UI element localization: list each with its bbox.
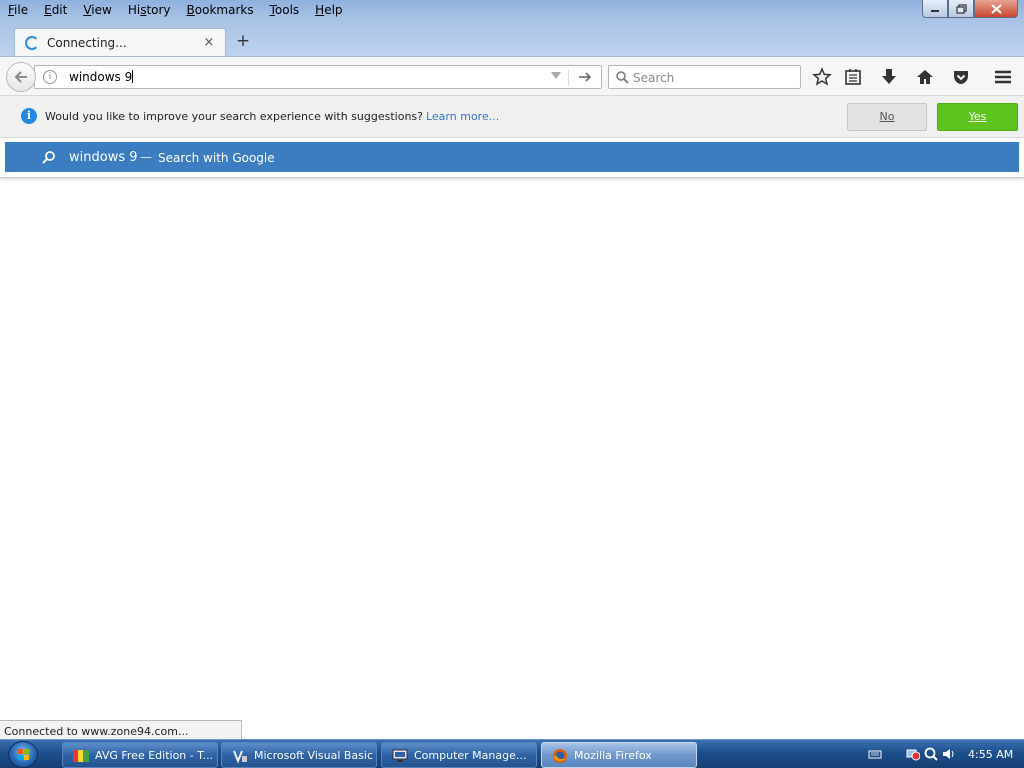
visual-basic-icon [233, 750, 247, 764]
menu-bar: File Edit View History Bookmarks Tools H… [0, 0, 351, 20]
menu-edit[interactable]: Edit [36, 0, 75, 20]
taskbar-firefox[interactable]: Mozilla Firefox [541, 742, 697, 768]
loading-throbber-icon [25, 35, 39, 50]
restore-button[interactable] [948, 0, 974, 18]
start-button[interactable] [8, 741, 38, 768]
suggestion-separator: — [140, 150, 152, 164]
bookmarks-menu-icon[interactable] [843, 67, 863, 87]
windows-logo-icon [18, 749, 29, 760]
new-tab-button[interactable]: + [234, 32, 252, 50]
learn-more-link[interactable]: Learn more... [426, 110, 499, 123]
taskbar-label: Computer Manage... [414, 749, 527, 762]
pocket-icon[interactable] [951, 67, 971, 87]
taskbar-label: Microsoft Visual Basic [254, 749, 374, 762]
taskbar-computer-management[interactable]: Computer Manage... [381, 742, 537, 768]
suggestion-action: Search with Google [158, 151, 275, 165]
go-arrow-icon[interactable] [577, 69, 593, 85]
no-button[interactable]: No [847, 103, 927, 131]
tab-close-icon[interactable]: × [201, 35, 217, 50]
taskbar-label: Mozilla Firefox [574, 749, 652, 762]
minimize-icon [931, 9, 939, 12]
search-icon [42, 151, 55, 164]
security-scan-icon[interactable] [924, 747, 938, 761]
status-panel: Connected to www.zone94.com... [0, 720, 242, 740]
menu-bookmarks[interactable]: Bookmarks [179, 0, 262, 20]
url-divider [568, 69, 569, 86]
site-info-icon[interactable]: i [43, 70, 57, 84]
avg-icon [73, 750, 89, 762]
history-dropdown-icon[interactable] [551, 72, 561, 79]
navigation-toolbar: i windows 9 Search [0, 56, 1024, 96]
volume-icon[interactable] [942, 747, 956, 761]
taskbar-clock[interactable]: 4:55 AM [968, 748, 1013, 761]
close-window-button[interactable] [974, 0, 1018, 18]
yes-button[interactable]: Yes [937, 103, 1018, 131]
taskbar-avg[interactable]: AVG Free Edition - T... [62, 742, 218, 768]
hamburger-menu-icon[interactable] [993, 67, 1013, 87]
windows-taskbar: AVG Free Edition - T... Microsoft Visual… [0, 739, 1024, 768]
menu-help[interactable]: Help [307, 0, 350, 20]
network-icon[interactable] [906, 747, 920, 761]
keyboard-icon[interactable] [868, 747, 882, 761]
back-arrow-icon [14, 71, 27, 83]
search-placeholder: Search [633, 71, 675, 85]
search-field[interactable]: Search [608, 65, 801, 89]
minimize-button[interactable] [922, 0, 948, 18]
taskbar-label: AVG Free Edition - T... [95, 749, 214, 762]
menu-file[interactable]: File [0, 0, 36, 20]
menu-history[interactable]: History [120, 0, 179, 20]
home-icon[interactable] [915, 67, 935, 87]
url-input[interactable]: windows 9 [69, 70, 134, 84]
text-caret [132, 70, 134, 83]
computer-icon [392, 749, 408, 762]
autocomplete-search-suggestion[interactable]: windows 9 — Search with Google [5, 142, 1019, 172]
url-bar[interactable]: i windows 9 [34, 65, 602, 89]
bookmark-star-icon[interactable] [812, 67, 832, 87]
tab-connecting[interactable]: Connecting... × [14, 28, 226, 56]
info-icon: i [21, 108, 37, 124]
suggestion-query: windows 9 [69, 150, 138, 165]
restore-icon [955, 3, 967, 14]
notification-message: Would you like to improve your search ex… [45, 110, 500, 123]
back-button[interactable] [6, 62, 36, 92]
window-controls [922, 0, 1018, 18]
menu-tools[interactable]: Tools [262, 0, 308, 20]
search-icon [616, 71, 629, 84]
menu-view[interactable]: View [75, 0, 119, 20]
tab-title: Connecting... [47, 35, 127, 50]
firefox-icon [553, 749, 567, 763]
close-icon [990, 3, 1002, 14]
taskbar-visual-basic[interactable]: Microsoft Visual Basic [221, 742, 377, 768]
downloads-icon[interactable] [879, 67, 899, 87]
